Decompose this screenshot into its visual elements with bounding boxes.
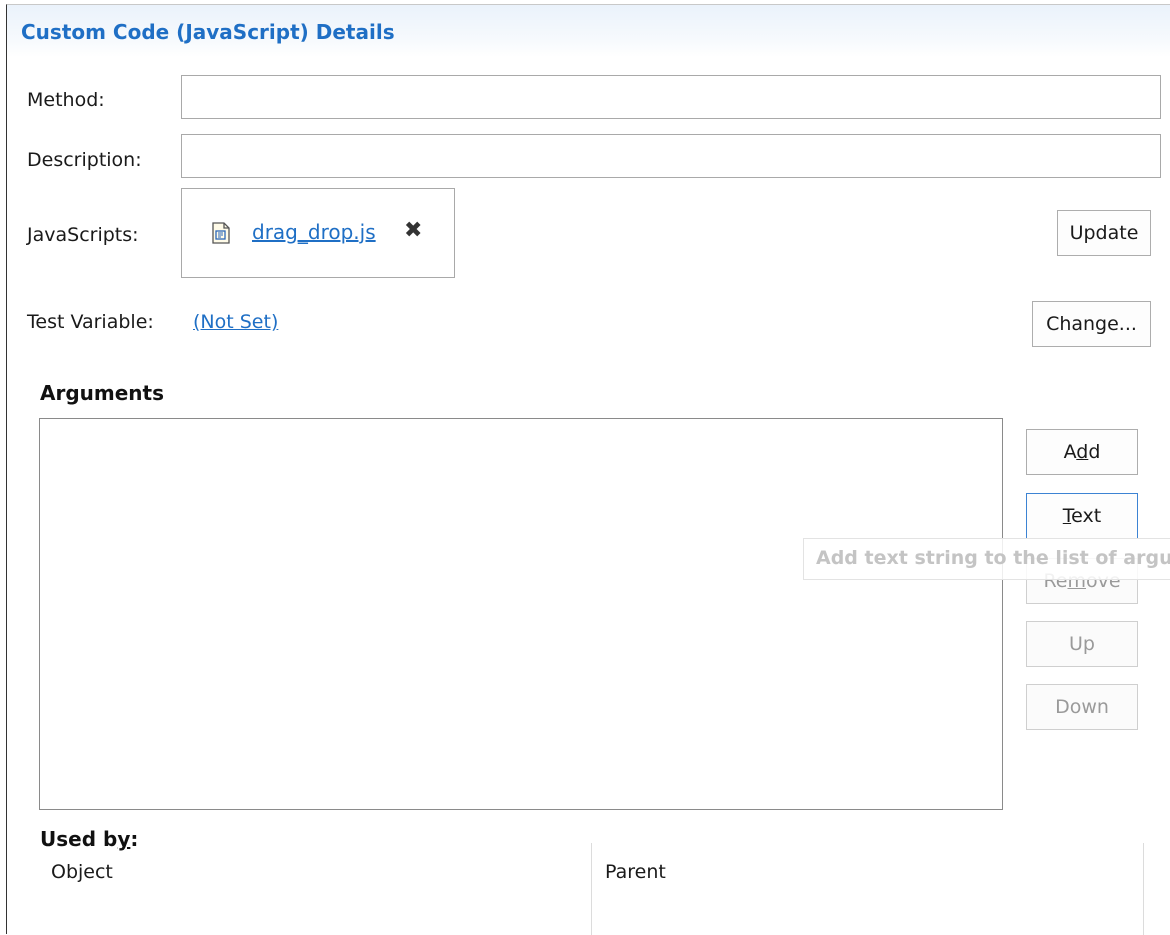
add-button[interactable]: Add <box>1026 429 1138 475</box>
panel-title: Custom Code (JavaScript) Details <box>21 20 395 44</box>
test-variable-label: Test Variable: <box>27 311 154 333</box>
up-button[interactable]: Up <box>1026 621 1138 667</box>
text-button-tooltip: Add text string to the list of argu <box>803 538 1170 580</box>
js-file-icon <box>212 222 230 244</box>
panel-header: Custom Code (JavaScript) Details <box>7 5 1170 57</box>
text-button[interactable]: Text <box>1026 493 1138 539</box>
method-label: Method: <box>27 89 105 111</box>
description-label: Description: <box>27 149 142 171</box>
arguments-list[interactable] <box>39 418 1003 810</box>
used-by-title: Used by: <box>40 827 139 851</box>
column-header-object[interactable]: Object <box>51 861 113 883</box>
close-x-icon[interactable]: ✖ <box>404 219 422 243</box>
arguments-title: Arguments <box>40 381 165 405</box>
javascripts-list: drag_drop.js ✖ <box>181 188 455 278</box>
column-divider <box>591 843 592 935</box>
column-divider <box>1143 843 1144 935</box>
javascripts-label: JavaScripts: <box>27 224 139 246</box>
down-button[interactable]: Down <box>1026 684 1138 730</box>
change-button[interactable]: Change... <box>1032 301 1151 347</box>
update-button[interactable]: Update <box>1057 210 1151 256</box>
column-header-parent[interactable]: Parent <box>605 861 666 883</box>
custom-code-details-panel: Custom Code (JavaScript) Details Method:… <box>6 4 1170 935</box>
javascript-file-link[interactable]: drag_drop.js <box>252 220 376 244</box>
method-input[interactable] <box>181 75 1161 119</box>
description-input[interactable] <box>181 134 1161 178</box>
test-variable-link[interactable]: (Not Set) <box>193 311 278 333</box>
